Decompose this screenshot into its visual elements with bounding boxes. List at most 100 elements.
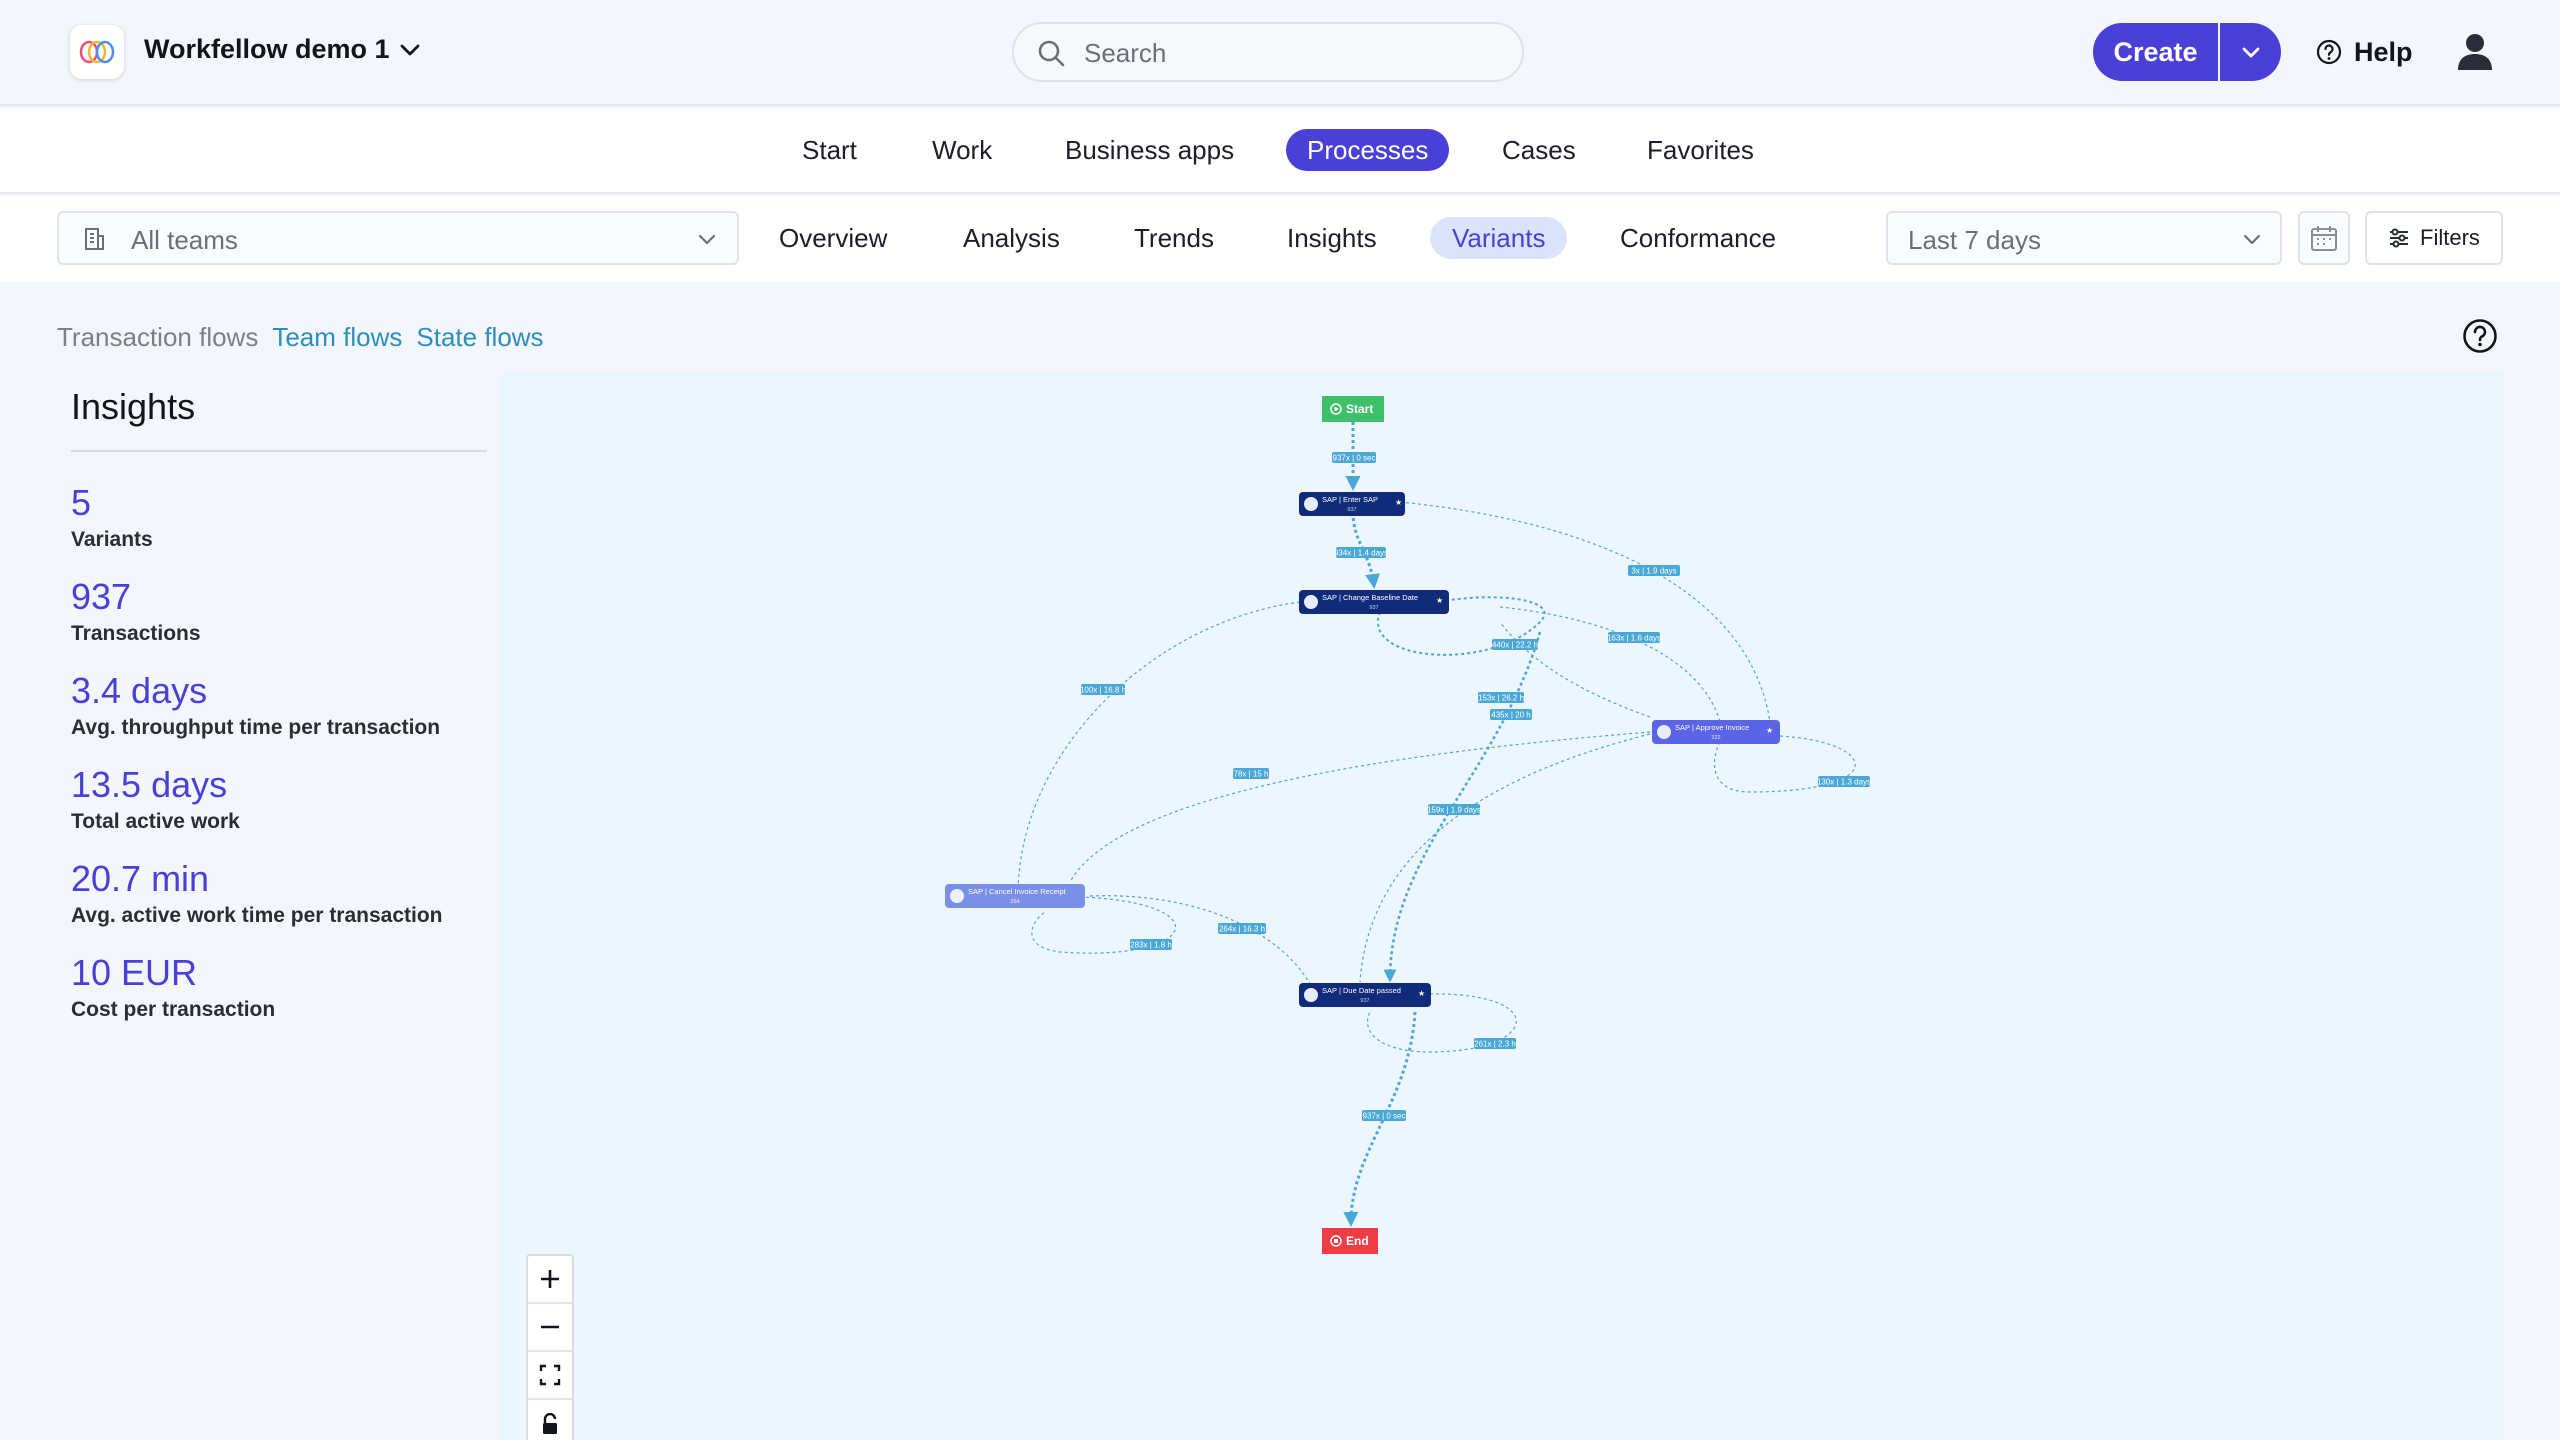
- start-node[interactable]: Start: [1322, 396, 1384, 422]
- chevron-down-icon: [2243, 234, 2261, 245]
- filters-label: Filters: [2420, 225, 2480, 250]
- question-circle-icon[interactable]: [2462, 318, 2498, 354]
- node-title: SAP | Enter SAP: [1322, 495, 1378, 504]
- tab-start[interactable]: Start: [781, 129, 878, 171]
- chevron-down-icon: [698, 234, 716, 245]
- top-bar: Workfellow demo 1 Create Help: [0, 0, 2560, 106]
- transaction-flows-link[interactable]: Transaction flows: [57, 322, 258, 353]
- create-button[interactable]: Create: [2093, 23, 2218, 81]
- star-icon[interactable]: ★: [1766, 726, 1773, 735]
- flow-type-switcher: Transaction flows Team flows State flows: [57, 322, 544, 353]
- user-icon[interactable]: [2456, 32, 2494, 72]
- help-label: Help: [2354, 36, 2413, 67]
- chevron-down-icon[interactable]: [396, 36, 424, 64]
- create-dropdown-button[interactable]: [2220, 23, 2281, 81]
- app-icon: [950, 889, 964, 903]
- tab-business-apps[interactable]: Business apps: [1044, 129, 1255, 171]
- metric-cost: 10 EUR Cost per transaction: [71, 952, 487, 1022]
- filter-sliders-icon: [2390, 228, 2409, 248]
- edge-label: 937x | 0 sec: [1333, 454, 1376, 463]
- metric-value: 3.4 days: [71, 670, 208, 711]
- metric-label: Variants: [71, 528, 153, 551]
- plus-icon: [541, 1270, 559, 1288]
- lock-view-button[interactable]: [528, 1400, 572, 1440]
- edge-label: 130x | 1.3 days: [1817, 778, 1871, 787]
- state-flows-link[interactable]: State flows: [416, 322, 543, 353]
- tab-processes[interactable]: Processes: [1286, 129, 1450, 171]
- node-title: SAP | Due Date passed: [1322, 986, 1401, 995]
- star-icon[interactable]: ★: [1436, 596, 1443, 605]
- metric-label: Cost per transaction: [71, 998, 276, 1021]
- end-label: End: [1346, 1234, 1369, 1248]
- tab-conformance[interactable]: Conformance: [1598, 217, 1798, 259]
- star-icon[interactable]: ★: [1418, 989, 1425, 998]
- process-node-cancel[interactable]: SAP | Cancel Invoice Receipt 264: [945, 884, 1085, 908]
- workspace-name[interactable]: Workfellow demo 1: [144, 34, 390, 65]
- tab-favorites[interactable]: Favorites: [1626, 129, 1775, 171]
- edge-enter-approve: [1399, 501, 1771, 723]
- edge-label: 153x | 26.2 h: [1478, 694, 1524, 703]
- metric-value: 13.5 days: [71, 764, 228, 805]
- tab-cases[interactable]: Cases: [1481, 129, 1597, 171]
- edge-label: 440x | 22.2 h: [1492, 641, 1538, 650]
- help-button[interactable]: Help: [2316, 30, 2413, 74]
- workfellow-logo[interactable]: [70, 25, 124, 79]
- search-box[interactable]: [1012, 22, 1524, 82]
- metric-value: 5: [71, 482, 92, 523]
- process-map: 937x | 0 sec 934x | 1.4 days 3x | 1.9 da…: [945, 396, 1871, 1254]
- team-flows-link[interactable]: Team flows: [272, 322, 402, 353]
- end-node[interactable]: End: [1322, 1228, 1378, 1254]
- node-count: 937: [1369, 605, 1378, 611]
- calendar-button[interactable]: [2298, 211, 2350, 265]
- tab-trends[interactable]: Trends: [1112, 217, 1236, 259]
- calendar-icon: [2311, 226, 2337, 251]
- tab-variants[interactable]: Variants: [1430, 217, 1568, 259]
- search-input[interactable]: [1084, 36, 1504, 70]
- app-icon: [1304, 595, 1318, 609]
- fit-view-button[interactable]: [528, 1352, 572, 1400]
- start-label: Start: [1346, 402, 1373, 416]
- edge-cancel-due: [1089, 895, 1311, 985]
- filters-button[interactable]: Filters: [2365, 211, 2503, 265]
- edge-label: 937x | 0 sec: [1363, 1112, 1406, 1121]
- edge-label: 78x | 15 h: [1234, 770, 1269, 779]
- node-count: 264: [1010, 899, 1019, 905]
- process-node-change[interactable]: SAP | Change Baseline Date 937 ★: [1299, 590, 1449, 614]
- process-node-enter[interactable]: SAP | Enter SAP 937 ★: [1299, 492, 1405, 516]
- node-title: SAP | Approve Invoice: [1675, 723, 1749, 732]
- teams-select-value: All teams: [131, 225, 238, 255]
- process-map-canvas[interactable]: 937x | 0 sec 934x | 1.4 days 3x | 1.9 da…: [500, 372, 2503, 1440]
- process-node-due[interactable]: SAP | Due Date passed 937 ★: [1299, 983, 1431, 1007]
- date-range-value: Last 7 days: [1908, 225, 2041, 255]
- insights-panel: Insights 5 Variants 937 Transactions 3.4…: [71, 386, 487, 1022]
- metric-value: 20.7 min: [71, 858, 210, 899]
- tab-overview[interactable]: Overview: [757, 217, 909, 259]
- date-range-select[interactable]: Last 7 days: [1886, 211, 2282, 265]
- tab-work[interactable]: Work: [911, 129, 1013, 171]
- edge-label: 264x | 16.3 h: [1219, 925, 1265, 934]
- node-count: 937: [1360, 998, 1369, 1004]
- metric-label: Total active work: [71, 810, 240, 833]
- metric-value: 10 EUR: [71, 952, 198, 993]
- process-node-approve[interactable]: SAP | Approve Invoice 322 ★: [1652, 720, 1780, 744]
- edge-label: 159x | 1.9 days: [1427, 806, 1481, 815]
- insights-title: Insights: [71, 386, 487, 452]
- zoom-out-button[interactable]: [528, 1304, 572, 1352]
- tab-insights[interactable]: Insights: [1265, 217, 1399, 259]
- edge-label: 163x | 1.6 days: [1607, 634, 1661, 643]
- tab-analysis[interactable]: Analysis: [941, 217, 1082, 259]
- metric-value: 937: [71, 576, 132, 617]
- teams-select[interactable]: All teams: [57, 211, 739, 265]
- edge-label: 3x | 1.9 days: [1631, 567, 1676, 576]
- edge-label: 283x | 1.8 h: [1130, 941, 1172, 950]
- app-icon: [1657, 725, 1671, 739]
- lock-icon: [543, 1413, 557, 1434]
- edge-approve-cancel: [1069, 731, 1651, 883]
- metric-label: Avg. throughput time per transaction: [71, 716, 441, 739]
- star-icon[interactable]: ★: [1395, 498, 1402, 507]
- metric-variants: 5 Variants: [71, 482, 487, 552]
- edge-label: 261x | 2.3 h: [1474, 1040, 1516, 1049]
- edge-approve-due: [1359, 733, 1651, 983]
- map-zoom-controls: [526, 1254, 574, 1440]
- zoom-in-button[interactable]: [528, 1256, 572, 1304]
